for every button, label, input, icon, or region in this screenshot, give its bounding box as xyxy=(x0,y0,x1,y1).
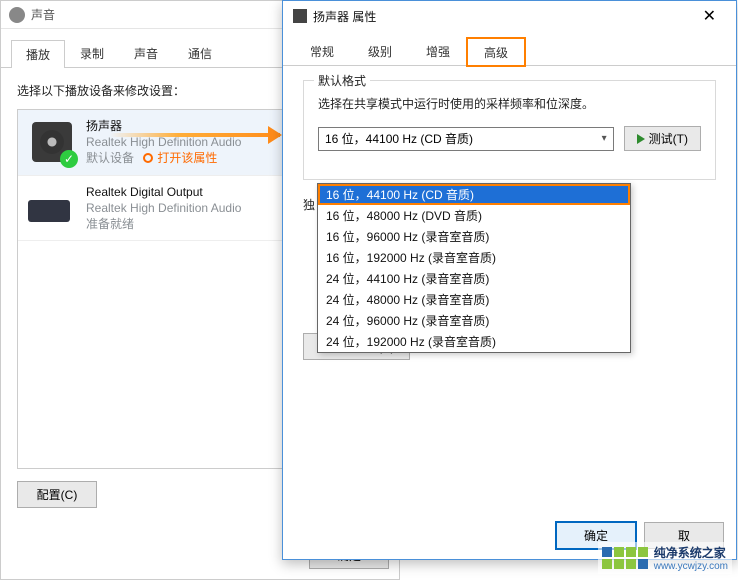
device-info: 扬声器 Realtek High Definition Audio 默认设备 打… xyxy=(86,118,241,167)
format-combobox[interactable]: 16 位，44100 Hz (CD 音质) ▾ xyxy=(318,127,614,151)
open-properties-annotation: 打开该属性 xyxy=(143,151,217,165)
format-option[interactable]: 24 位，44100 Hz (录音室音质) xyxy=(318,268,630,289)
digital-icon xyxy=(28,184,76,232)
device-name: Realtek Digital Output xyxy=(86,184,241,200)
group-title: 默认格式 xyxy=(314,72,370,89)
tab-playback[interactable]: 播放 xyxy=(11,40,65,68)
tab-advanced[interactable]: 高级 xyxy=(467,38,525,66)
device-sub: Realtek High Definition Audio xyxy=(86,134,241,150)
speaker-small-icon xyxy=(293,9,307,23)
watermark-brand: 纯净系统之家 xyxy=(654,544,728,561)
properties-title: 扬声器 属性 xyxy=(313,8,376,25)
configure-button[interactable]: 配置(C) xyxy=(17,481,97,508)
sound-title: 声音 xyxy=(31,6,55,23)
format-option[interactable]: 16 位，44100 Hz (CD 音质) xyxy=(318,184,630,205)
chevron-down-icon: ▾ xyxy=(602,133,607,144)
device-status: 准备就绪 xyxy=(86,216,241,232)
properties-body: 默认格式 选择在共享模式中运行时使用的采样频率和位深度。 16 位，44100 … xyxy=(283,66,736,374)
format-option[interactable]: 16 位，192000 Hz (录音室音质) xyxy=(318,247,630,268)
play-icon xyxy=(637,134,645,144)
tab-comm[interactable]: 通信 xyxy=(173,39,227,67)
speaker-icon: ✓ xyxy=(28,118,76,166)
combo-value: 16 位，44100 Hz (CD 音质) xyxy=(325,130,473,147)
device-info: Realtek Digital Output Realtek High Defi… xyxy=(86,184,241,233)
properties-window: 扬声器 属性 ✕ 常规 级别 增强 高级 默认格式 选择在共享模式中运行时使用的… xyxy=(282,0,737,560)
watermark: 纯净系统之家 www.ycwjzy.com xyxy=(598,542,732,574)
tab-enhance[interactable]: 增强 xyxy=(409,37,467,65)
combo-row: 16 位，44100 Hz (CD 音质) ▾ 测试(T) xyxy=(318,126,701,151)
device-sub: Realtek High Definition Audio xyxy=(86,200,241,216)
device-status: 默认设备 打开该属性 xyxy=(86,150,241,166)
close-button[interactable]: ✕ xyxy=(693,4,726,28)
properties-tabs: 常规 级别 增强 高级 xyxy=(283,31,736,66)
default-check-icon: ✓ xyxy=(60,150,78,168)
device-name: 扬声器 xyxy=(86,118,241,134)
tab-sounds[interactable]: 声音 xyxy=(119,39,173,67)
watermark-logo-icon xyxy=(602,547,648,569)
group-desc: 选择在共享模式中运行时使用的采样频率和位深度。 xyxy=(318,95,701,112)
format-option[interactable]: 24 位，96000 Hz (录音室音质) xyxy=(318,310,630,331)
default-format-group: 默认格式 选择在共享模式中运行时使用的采样频率和位深度。 16 位，44100 … xyxy=(303,80,716,180)
format-dropdown-list[interactable]: 16 位，44100 Hz (CD 音质) 16 位，48000 Hz (DVD… xyxy=(317,183,631,353)
format-option[interactable]: 16 位，96000 Hz (录音室音质) xyxy=(318,226,630,247)
tab-general[interactable]: 常规 xyxy=(293,37,351,65)
watermark-url: www.ycwjzy.com xyxy=(654,561,728,572)
sound-icon xyxy=(9,7,25,23)
test-button[interactable]: 测试(T) xyxy=(624,126,701,151)
tab-recording[interactable]: 录制 xyxy=(65,39,119,67)
format-option[interactable]: 24 位，192000 Hz (录音室音质) xyxy=(318,331,630,352)
properties-titlebar[interactable]: 扬声器 属性 ✕ xyxy=(283,1,736,31)
format-option[interactable]: 24 位，48000 Hz (录音室音质) xyxy=(318,289,630,310)
tab-levels[interactable]: 级别 xyxy=(351,37,409,65)
format-option[interactable]: 16 位，48000 Hz (DVD 音质) xyxy=(318,205,630,226)
